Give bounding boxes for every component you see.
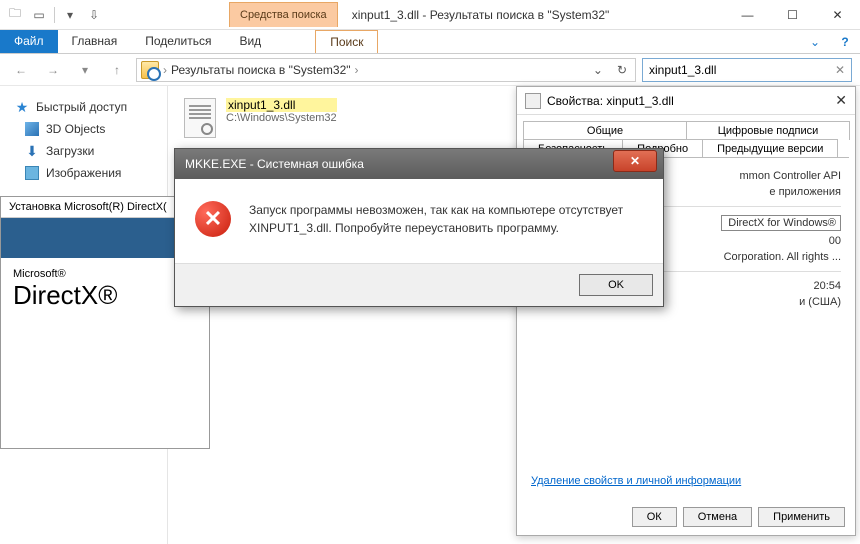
properties-titlebar[interactable]: Свойства: xinput1_3.dll ✕ [517,87,855,115]
forward-button[interactable]: → [40,57,66,83]
sidebar-item-quick-access[interactable]: ★ Быстрый доступ [6,96,161,118]
star-icon: ★ [14,99,30,115]
directx-brand-small: Microsoft® [13,268,197,280]
up-button[interactable]: ↑ [104,57,130,83]
chevron-right-icon[interactable]: › [163,63,167,77]
dll-file-icon [184,98,216,138]
history-dropdown-icon[interactable]: ⌄ [587,63,609,77]
address-bar-row: ← → ▾ ↑ › Результаты поиска в "System32"… [0,54,860,86]
properties-footer: ОК Отмена Применить [632,507,845,527]
breadcrumb[interactable]: Результаты поиска в "System32" [171,63,351,77]
back-button[interactable]: ← [8,57,34,83]
properties-title: Свойства: xinput1_3.dll [547,94,835,108]
sidebar-item-label: 3D Objects [46,122,105,136]
clear-search-icon[interactable]: ✕ [835,63,845,77]
cancel-button[interactable]: Отмена [683,507,752,527]
apply-button[interactable]: Применить [758,507,845,527]
search-folder-icon [141,61,159,79]
error-body: ✕ Запуск программы невозможен, так как н… [175,179,663,263]
tab-search[interactable]: Поиск [315,30,378,53]
tab-file[interactable]: Файл [0,30,58,53]
search-box[interactable]: ✕ [642,58,852,82]
help-icon[interactable]: ? [830,30,860,53]
minimize-button[interactable]: — [725,0,770,30]
separator [54,7,55,23]
error-dialog: MKKE.EXE - Системная ошибка ✕ ✕ Запуск п… [174,148,664,307]
maximize-button[interactable]: ☐ [770,0,815,30]
prop-value: DirectX for Windows® [721,215,841,231]
error-title: MKKE.EXE - Системная ошибка [185,157,613,171]
ok-button[interactable]: ОК [632,507,677,527]
sidebar-item-downloads[interactable]: ⬇ Загрузки [6,140,161,162]
quick-access-toolbar: 🗀 ▭ ▾ ⇩ [0,4,109,26]
error-footer: OK [175,263,663,306]
chevron-right-icon[interactable]: › [355,63,359,77]
ok-button[interactable]: OK [579,274,653,296]
dll-small-icon [525,93,541,109]
address-box[interactable]: › Результаты поиска в "System32" › ⌄ ↻ [136,58,636,82]
window-title: xinput1_3.dll - Результаты поиска в "Sys… [338,8,725,22]
window-controls: — ☐ ✕ [725,0,860,30]
tab-share[interactable]: Поделиться [131,30,225,53]
directx-brand-large: DirectX® [13,280,197,311]
sidebar-item-label: Изображения [46,166,121,180]
tab-signatures[interactable]: Цифровые подписи [686,121,850,140]
sidebar-item-label: Загрузки [46,144,94,158]
error-icon: ✕ [195,201,231,237]
error-titlebar[interactable]: MKKE.EXE - Системная ошибка ✕ [175,149,663,179]
remove-properties-link[interactable]: Удаление свойств и личной информации [531,475,741,487]
sidebar-item-label: Быстрый доступ [36,100,127,114]
file-name: xinput1_3.dll [226,98,337,112]
close-button[interactable]: ✕ [613,150,657,172]
pin-icon[interactable]: ▭ [28,4,50,26]
search-tools-contextual-tab: Средства поиска [229,2,338,27]
close-button[interactable]: ✕ [815,0,860,30]
refresh-icon[interactable]: ↻ [613,63,631,77]
file-path: C:\Windows\System32 [226,112,337,124]
titlebar: 🗀 ▭ ▾ ⇩ Средства поиска xinput1_3.dll - … [0,0,860,30]
folder-icon[interactable]: 🗀 [4,4,26,26]
tab-view[interactable]: Вид [225,30,275,53]
ribbon-tabs: Файл Главная Поделиться Вид Поиск ⌄ ? [0,30,860,54]
tab-general[interactable]: Общие [523,121,687,140]
cube-icon [24,121,40,137]
recent-dropdown[interactable]: ▾ [72,57,98,83]
tab-home[interactable]: Главная [58,30,132,53]
error-message: Запуск программы невозможен, так как на … [249,201,643,237]
sidebar-item-3d-objects[interactable]: 3D Objects [6,118,161,140]
dropdown-icon[interactable]: ▾ [59,4,81,26]
expand-ribbon-icon[interactable]: ⌄ [800,30,830,53]
close-icon[interactable]: ✕ [835,92,847,109]
download-icon: ⬇ [24,143,40,159]
search-input[interactable] [649,63,835,77]
overflow-icon[interactable]: ⇩ [83,4,105,26]
pictures-icon [24,165,40,181]
sidebar-item-pictures[interactable]: Изображения [6,162,161,184]
tab-previous-versions[interactable]: Предыдущие версии [702,139,838,158]
